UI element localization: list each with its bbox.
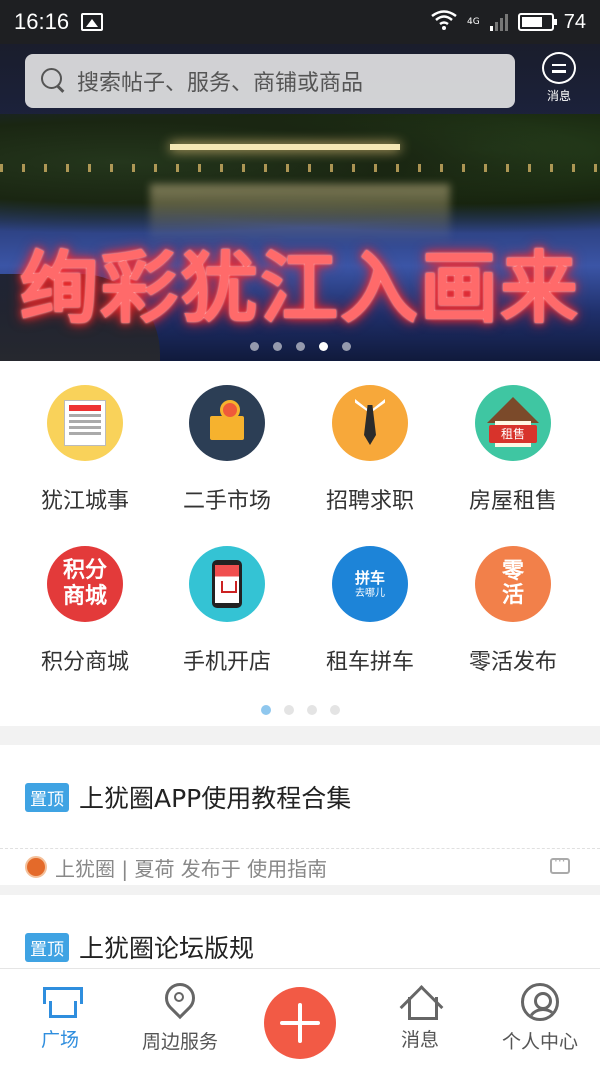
search-input[interactable]: 搜索帖子、服务、商铺或商品 xyxy=(25,54,515,108)
box-icon xyxy=(189,385,265,461)
category-odd-jobs[interactable]: 零活 零活发布 xyxy=(438,546,588,676)
plus-icon xyxy=(280,1003,320,1043)
house-rent-icon-text: 租售 xyxy=(489,425,537,443)
status-time: 16:16 xyxy=(14,9,70,34)
carpool-icon: 拼车 去哪儿 xyxy=(332,546,408,622)
odd-job-icon: 零活 xyxy=(475,546,551,622)
odd-job-icon-text: 零活 xyxy=(501,559,524,608)
message-button[interactable]: 消息 xyxy=(533,52,585,104)
comment-icon[interactable] xyxy=(550,854,570,874)
category-points-mall[interactable]: 积分商城 积分商城 xyxy=(10,546,160,676)
grid-dot[interactable] xyxy=(283,705,294,715)
carpool-icon-text: 拼车 xyxy=(354,569,385,587)
grid-dot[interactable] xyxy=(306,705,317,715)
wifi-icon xyxy=(431,10,457,34)
grid-dot[interactable] xyxy=(329,705,340,715)
forum-logo-icon xyxy=(25,856,47,878)
category-second-hand[interactable]: 二手市场 xyxy=(152,385,302,515)
post-title-row: 置顶 上犹圈APP使用教程合集 xyxy=(25,779,351,815)
plaza-icon xyxy=(43,983,83,1019)
pinned-badge: 置顶 xyxy=(25,932,69,962)
post-item[interactable]: 置顶 上犹圈论坛版规 xyxy=(0,895,600,970)
nav-nearby-services[interactable]: 周边服务 xyxy=(120,983,240,1054)
house-message-icon xyxy=(403,983,438,1020)
newspaper-icon xyxy=(47,385,123,461)
banner-dot[interactable] xyxy=(249,342,259,351)
nav-plaza[interactable]: 广场 xyxy=(0,983,120,1052)
battery-level: 74 xyxy=(563,10,586,33)
chat-bubble-icon xyxy=(542,52,576,84)
category-label: 房屋租售 xyxy=(468,489,557,514)
banner-lights xyxy=(0,164,600,172)
category-label: 手机开店 xyxy=(182,650,271,675)
banner-dot[interactable] xyxy=(295,342,305,351)
post-title-row: 置顶 上犹圈论坛版规 xyxy=(25,929,254,965)
user-icon xyxy=(521,983,559,1021)
location-pin-icon xyxy=(165,983,195,1021)
nav-messages[interactable]: 消息 xyxy=(360,983,480,1052)
banner-dot-active[interactable] xyxy=(318,342,328,351)
phone-shop-icon xyxy=(189,546,265,622)
image-notification-icon xyxy=(81,13,104,31)
category-housing[interactable]: 租售 房屋租售 xyxy=(438,385,588,515)
pinned-badge: 置顶 xyxy=(25,782,69,812)
nav-label: 消息 xyxy=(400,1029,439,1051)
house-rent-icon: 租售 xyxy=(475,385,551,461)
post-add-button[interactable] xyxy=(264,987,336,1059)
nav-label: 周边服务 xyxy=(141,1031,218,1053)
grid-dot-active[interactable] xyxy=(260,705,271,715)
post-title[interactable]: 上犹圈APP使用教程合集 xyxy=(79,779,351,815)
tie-icon xyxy=(332,385,408,461)
category-label: 租车拼车 xyxy=(325,650,414,675)
post-item[interactable]: 置顶 上犹圈APP使用教程合集 上犹圈 | 夏荷 发布于 使用指南 xyxy=(0,745,600,885)
category-label: 招聘求职 xyxy=(325,489,414,514)
signal-icon xyxy=(489,13,508,31)
banner-dot[interactable] xyxy=(272,342,282,351)
post-title[interactable]: 上犹圈论坛版规 xyxy=(79,929,254,965)
divider xyxy=(0,848,600,849)
carpool-icon-subtext: 去哪儿 xyxy=(354,588,385,599)
category-label: 二手市场 xyxy=(182,489,271,514)
category-grid: 犹江城事 二手市场 招聘求职 租售 房屋租售 积分商城 积分商城 手机开店 拼车… xyxy=(0,361,600,726)
points-mall-icon: 积分商城 xyxy=(47,546,123,622)
banner-page-indicator xyxy=(0,342,600,351)
message-button-label: 消息 xyxy=(546,89,571,103)
bottom-nav: 广场 周边服务 消息 个人中心 xyxy=(0,968,600,1067)
points-mall-icon-text: 积分商城 xyxy=(62,558,107,609)
category-news[interactable]: 犹江城事 xyxy=(10,385,160,515)
post-meta: 上犹圈 | 夏荷 发布于 使用指南 xyxy=(25,853,327,881)
category-phone-shop[interactable]: 手机开店 xyxy=(152,546,302,676)
category-jobs[interactable]: 招聘求职 xyxy=(295,385,445,515)
category-label: 积分商城 xyxy=(40,650,129,675)
battery-icon xyxy=(517,13,557,31)
nav-profile[interactable]: 个人中心 xyxy=(480,983,600,1054)
banner-bridge xyxy=(170,144,400,150)
post-meta-text: 上犹圈 | 夏荷 发布于 使用指南 xyxy=(55,856,328,881)
network-type: 4G xyxy=(467,17,480,27)
category-label: 零活发布 xyxy=(468,650,557,675)
banner-slogan: 绚彩犹江入画来 xyxy=(19,244,580,334)
status-bar: 16:16 4G 74 xyxy=(0,0,600,44)
search-placeholder: 搜索帖子、服务、商铺或商品 xyxy=(77,71,364,96)
nav-label: 个人中心 xyxy=(501,1031,578,1053)
search-icon xyxy=(41,68,67,94)
grid-page-indicator xyxy=(0,705,600,715)
nav-label: 广场 xyxy=(40,1029,79,1051)
banner-dot[interactable] xyxy=(341,342,351,351)
category-label: 犹江城事 xyxy=(40,489,129,514)
category-carpool[interactable]: 拼车 去哪儿 租车拼车 xyxy=(295,546,445,676)
